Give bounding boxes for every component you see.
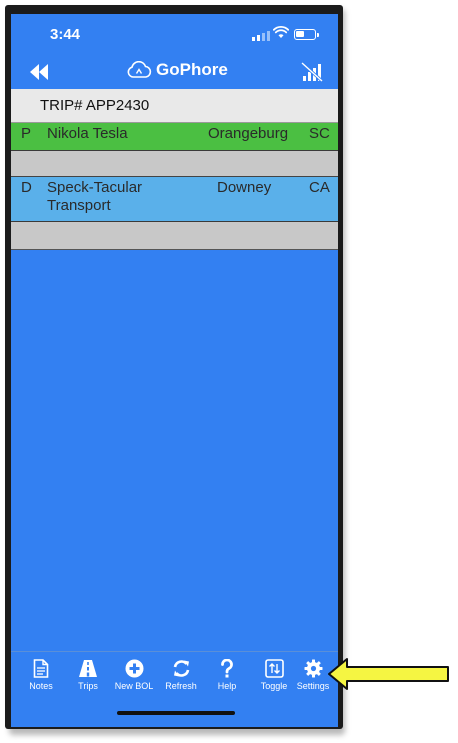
stop-type: D — [21, 179, 32, 196]
stop-state: CA — [309, 179, 330, 196]
new-bol-button[interactable]: New BOL — [112, 659, 156, 691]
stop-type: P — [21, 125, 32, 142]
status-bar: 3:44 — [11, 14, 338, 54]
toolbar-label: Notes — [29, 681, 53, 691]
stop-row-delivery[interactable]: D Speck-Tacular Transport Downey CA — [11, 177, 338, 222]
app-brand: GoPhore — [126, 60, 228, 80]
question-icon — [221, 659, 233, 678]
toolbar-label: Toggle — [260, 681, 288, 691]
no-signal-icon[interactable] — [301, 61, 323, 83]
toggle-button[interactable]: Toggle — [252, 659, 296, 691]
cloud-logo-icon — [127, 61, 152, 78]
pointer-arrow-icon — [328, 658, 449, 690]
app-screen: 3:44 GoPhore TRIP# APP2430 P Nikola Tesl… — [11, 14, 338, 727]
toolbar-label: Trips — [78, 681, 98, 691]
cellular-signal-icon — [252, 31, 270, 41]
bottom-toolbar: Notes Trips New BOL Refresh Help Toggle … — [11, 651, 338, 727]
trip-number-bar: TRIP# APP2430 — [11, 89, 338, 123]
notes-button[interactable]: Notes — [19, 659, 63, 691]
home-indicator — [117, 711, 235, 715]
gear-icon — [304, 659, 322, 678]
trip-number: TRIP# APP2430 — [40, 97, 150, 114]
toolbar-label: Help — [217, 681, 237, 691]
stop-city: Downey — [217, 179, 272, 196]
stop-name: Speck-Tacular Transport — [47, 179, 143, 214]
app-header: GoPhore — [11, 54, 338, 88]
refresh-button[interactable]: Refresh — [159, 659, 203, 691]
plus-circle-icon — [125, 659, 143, 678]
status-time: 3:44 — [50, 26, 81, 43]
row-separator — [11, 222, 338, 250]
toolbar-label: Refresh — [165, 681, 197, 691]
stop-state: SC — [309, 125, 330, 142]
road-icon — [79, 660, 97, 677]
toolbar-label: New BOL — [114, 681, 154, 691]
stop-name: Nikola Tesla — [47, 125, 128, 142]
wifi-icon — [273, 26, 289, 38]
trips-button[interactable]: Trips — [66, 659, 110, 691]
stop-city: Orangeburg — [208, 125, 289, 142]
toggle-icon — [264, 659, 284, 678]
stop-row-pickup[interactable]: P Nikola Tesla Orangeburg SC — [11, 123, 338, 151]
app-title: GoPhore — [156, 60, 228, 79]
battery-icon — [294, 29, 319, 40]
row-separator — [11, 151, 338, 177]
refresh-icon — [173, 660, 189, 677]
document-icon — [33, 659, 49, 678]
rewind-back-icon[interactable] — [27, 62, 51, 82]
help-button[interactable]: Help — [205, 659, 249, 691]
